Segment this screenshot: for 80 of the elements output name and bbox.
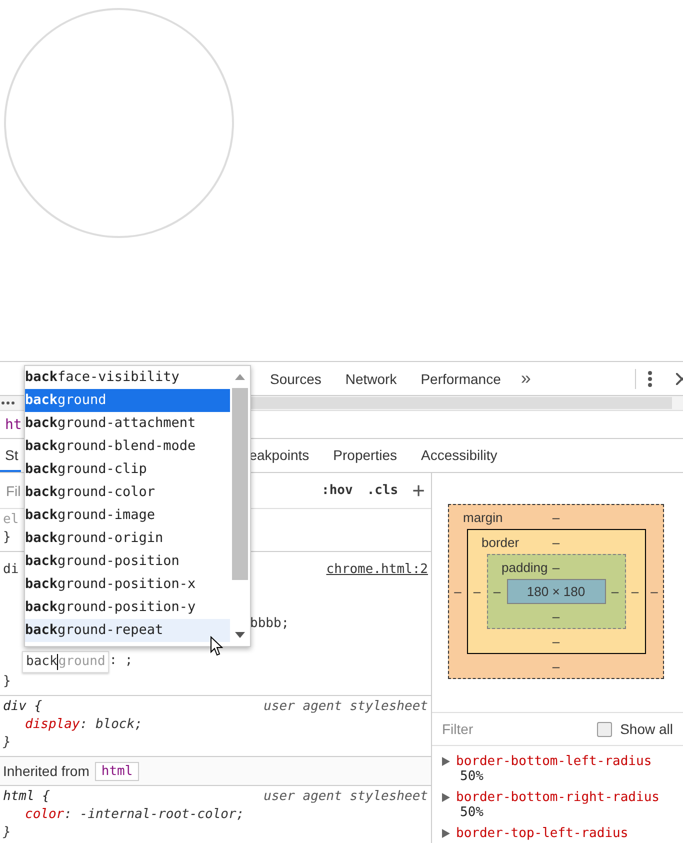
css-selector: html {: [3, 788, 50, 806]
closing-brace: }: [3, 734, 11, 752]
expand-triangle-icon[interactable]: [442, 757, 450, 766]
property-colon: :: [64, 806, 72, 824]
box-label: border: [480, 534, 520, 550]
box-label: margin: [462, 510, 504, 524]
expand-triangle-icon[interactable]: [442, 793, 450, 802]
box-value: –: [552, 510, 560, 524]
filter-field[interactable]: Fil: [6, 482, 21, 498]
property-name: border-top-left-radius: [456, 826, 628, 841]
box-value: –: [453, 584, 462, 599]
suggestion-item[interactable]: background-clip: [25, 458, 230, 481]
box-value: –: [552, 658, 560, 674]
box-value: –: [552, 534, 560, 550]
filter-field[interactable]: Filter: [442, 721, 474, 737]
box-value: –: [610, 584, 620, 599]
scrollbar-thumb[interactable]: [232, 388, 248, 580]
suggestion-item[interactable]: background-position: [25, 550, 230, 573]
property-value: 50%: [459, 769, 484, 784]
closing-brace: }: [3, 673, 11, 691]
suggestion-item[interactable]: background-color: [25, 481, 230, 504]
property-name-field[interactable]: background: [22, 651, 110, 673]
property-name: display: [25, 716, 80, 734]
panel-tab[interactable]: St: [0, 439, 22, 472]
closing-brace: }: [3, 529, 11, 547]
element-chip[interactable]: html: [95, 762, 139, 780]
box-value: –: [630, 584, 640, 599]
devtools-tab[interactable]: Sources: [258, 362, 334, 395]
css-selector: div {: [3, 698, 42, 716]
property-value: 50%: [459, 805, 484, 820]
scroll-down-icon[interactable]: [235, 632, 245, 638]
property-name: border-bottom-right-radius: [456, 790, 660, 805]
expand-triangle-icon[interactable]: [442, 829, 450, 838]
panel-tab[interactable]: Properties: [333, 439, 397, 472]
suggestion-item[interactable]: background-attachment: [25, 412, 230, 435]
suggestion-item[interactable]: background-image: [25, 504, 230, 527]
new-rule-button[interactable]: +: [412, 478, 425, 504]
property-separator: : ;: [109, 652, 133, 670]
property-colon: :: [80, 716, 88, 734]
rule-source: user agent stylesheet: [264, 698, 428, 716]
property-value: block;: [95, 716, 142, 734]
box-value: –: [552, 560, 560, 574]
box-value: –: [650, 584, 659, 599]
kebab-menu-icon[interactable]: [648, 370, 652, 386]
box-value: –: [492, 584, 502, 599]
box-label: padding: [500, 560, 549, 574]
css-selector: di: [3, 561, 19, 579]
inherited-label: Inherited from: [3, 763, 90, 779]
suggestion-item[interactable]: background-position-x: [25, 573, 230, 596]
property-value: bbbb;: [250, 615, 290, 633]
breadcrumb[interactable]: ht: [5, 416, 22, 432]
ellipsis-icon[interactable]: [1, 401, 15, 405]
show-all-checkbox[interactable]: [597, 722, 612, 736]
rule-source: user agent stylesheet: [264, 788, 428, 806]
panel-tab[interactable]: eakpoints: [249, 439, 310, 472]
suggestion-item[interactable]: backface-visibility: [25, 366, 230, 389]
box-value: –: [552, 634, 560, 648]
suggestion-item[interactable]: background-repeat: [25, 619, 230, 642]
source-link[interactable]: chrome.html:2: [326, 561, 428, 579]
suggestion-item[interactable]: background-origin: [25, 527, 230, 550]
suggestion-item[interactable]: background: [25, 389, 230, 412]
property-name: border-bottom-left-radius: [456, 754, 652, 769]
scrollbar[interactable]: [250, 397, 672, 409]
closing-brace: }: [3, 824, 11, 842]
content-size: 180 × 180: [506, 579, 606, 604]
suggestion-item[interactable]: background-blend-mode: [25, 435, 230, 458]
class-button[interactable]: .cls: [366, 483, 398, 498]
suggestion-item[interactable]: background-position-y: [25, 596, 230, 619]
property-value: -internal-root-color;: [80, 806, 244, 824]
box-value: –: [552, 608, 560, 624]
checkbox-label: Show all: [620, 721, 673, 737]
css-selector: el: [3, 511, 19, 529]
more-tabs-button[interactable]: »: [512, 368, 539, 389]
devtools-tab[interactable]: Performance: [408, 362, 513, 395]
hover-state-button[interactable]: :hov: [322, 483, 353, 498]
property-name: color: [25, 806, 64, 824]
box-value: –: [472, 584, 482, 599]
panel-tab[interactable]: Accessibility: [420, 439, 498, 472]
scroll-up-icon[interactable]: [235, 374, 245, 380]
devtools-tab[interactable]: Network: [333, 362, 409, 395]
